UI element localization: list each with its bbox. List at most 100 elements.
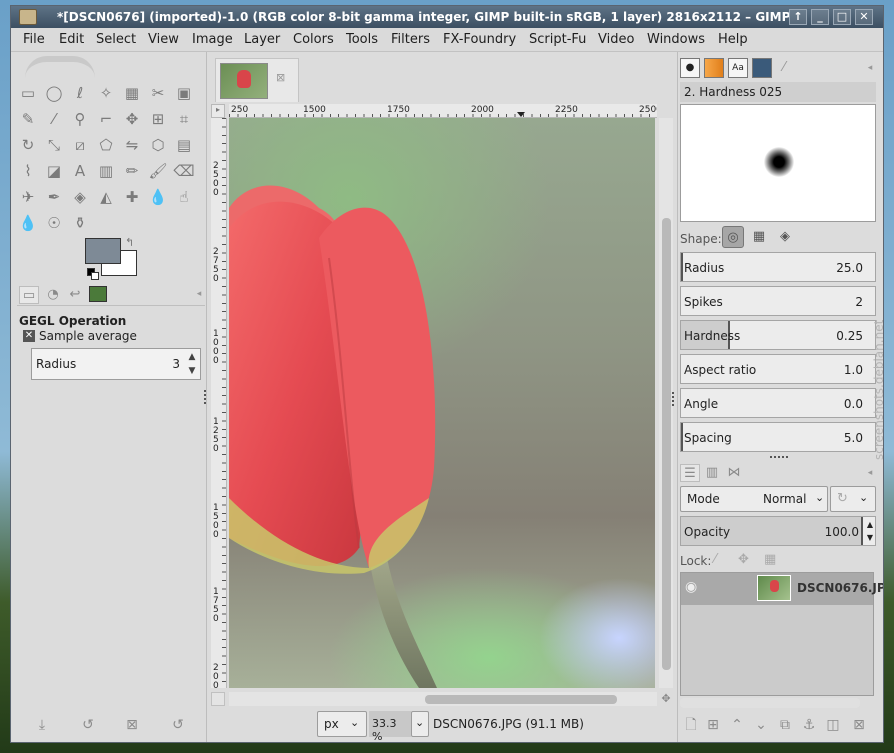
opacity-spinbutton[interactable]: Opacity 100.0 ▲ ▼ — [680, 516, 876, 546]
vertical-scroll-thumb[interactable] — [662, 218, 671, 670]
raise-window-button[interactable]: ↑ — [789, 9, 807, 25]
dodge-burn-icon[interactable]: 💧 — [17, 212, 39, 234]
patterns-tab-icon[interactable] — [704, 58, 724, 78]
smudge-icon[interactable]: ☝ — [173, 186, 195, 208]
perspective-icon[interactable]: ⬠ — [95, 134, 117, 156]
gradient-icon[interactable]: ▥ — [95, 160, 117, 182]
image-canvas[interactable] — [229, 118, 655, 688]
menu-file[interactable]: File — [23, 32, 45, 47]
menu-script-fu[interactable]: Script-Fu — [529, 32, 586, 47]
layer-row[interactable]: ◉ DSCN0676.JPG — [681, 573, 883, 605]
rotate-icon[interactable]: ↻ — [17, 134, 39, 156]
new-layer-icon[interactable]: 🗋 — [682, 716, 700, 734]
reset-tool-options-icon[interactable]: ↺ — [169, 716, 187, 734]
clone-icon[interactable]: ◈ — [69, 186, 91, 208]
minimize-button[interactable]: _ — [811, 9, 829, 25]
pencil-icon[interactable]: ✏ — [121, 160, 143, 182]
vertical-scrollbar[interactable] — [659, 118, 673, 688]
sample-average-checkbox[interactable]: ✕ — [23, 330, 35, 342]
warp-transform-icon[interactable]: ⌇ — [17, 160, 39, 182]
paintbrush-icon[interactable]: 🖌 — [147, 160, 169, 182]
shape-square-button[interactable]: ▦ — [748, 226, 770, 248]
foreground-color-swatch[interactable] — [85, 238, 121, 264]
ellipse-select-icon[interactable]: ◯ — [43, 82, 65, 104]
blur-sharpen-icon[interactable]: 💧 — [147, 186, 169, 208]
device-status-tab-icon[interactable]: ◔ — [43, 286, 63, 304]
spin-up-icon[interactable]: ▲ — [186, 353, 198, 362]
spin-down-icon[interactable]: ▼ — [186, 367, 198, 376]
layers-hscroll[interactable] — [680, 698, 860, 708]
menu-colors[interactable]: Colors — [293, 32, 334, 47]
panel-menu-icon[interactable]: ◂ — [864, 62, 876, 74]
flip-icon[interactable]: ⇋ — [121, 134, 143, 156]
lower-layer-icon[interactable]: ⌄ — [752, 716, 770, 734]
dock-resize-handle[interactable] — [204, 390, 206, 404]
heal-icon[interactable]: ✚ — [121, 186, 143, 208]
menu-tools[interactable]: Tools — [346, 32, 378, 47]
delete-tool-preset-icon[interactable]: ⊠ — [123, 716, 141, 734]
color-select-icon[interactable]: ▦ — [121, 82, 143, 104]
anchor-layer-icon[interactable]: ⚓ — [800, 716, 818, 734]
menu-image[interactable]: Image — [192, 32, 233, 47]
dock-separator-handle[interactable] — [770, 456, 788, 458]
align-icon[interactable]: ⊞ — [147, 108, 169, 130]
menu-select[interactable]: Select — [96, 32, 136, 47]
unit-dropdown[interactable]: px ⌄ — [317, 711, 367, 737]
shape-diamond-button[interactable]: ◈ — [774, 226, 796, 248]
images-tab-icon[interactable] — [752, 58, 772, 78]
move-icon[interactable]: ✥ — [121, 108, 143, 130]
perspective-clone-icon[interactable]: ◭ — [95, 186, 117, 208]
color-picker-icon[interactable]: ⁄ — [43, 108, 65, 130]
duplicate-layer-icon[interactable]: ⧉ — [776, 716, 794, 734]
spacing-param[interactable]: Spacing 5.0 — [680, 422, 876, 452]
undo-history-tab-icon[interactable]: ↩ — [65, 286, 85, 304]
horizontal-scrollbar[interactable] — [229, 692, 657, 706]
mask-icon[interactable]: ◫ — [824, 716, 842, 734]
paint-dynamics-tab-icon[interactable]: ⁄ — [774, 58, 794, 78]
tool-options-tab-icon[interactable]: ▭ — [19, 286, 39, 304]
cage-transform-icon[interactable]: ⬡ — [147, 134, 169, 156]
menu-fx-foundry[interactable]: FX-Foundry — [443, 32, 516, 47]
layer-mode-dropdown[interactable]: Mode Normal ⌄ — [680, 486, 828, 512]
quickmask-corner-icon[interactable]: ▸ — [211, 104, 225, 118]
param-value[interactable]: 1.0 — [844, 363, 863, 377]
rect-select-icon[interactable]: ▭ — [17, 82, 39, 104]
channels-tab-icon[interactable]: ▥ — [702, 464, 722, 482]
free-select-icon[interactable]: ℓ — [69, 82, 91, 104]
bucket-fill-icon[interactable]: ◪ — [43, 160, 65, 182]
layer-name[interactable]: DSCN0676.JPG — [797, 581, 883, 595]
airbrush-icon[interactable]: ✈ — [17, 186, 39, 208]
ink-icon[interactable]: ✒ — [43, 186, 65, 208]
text-tool-icon[interactable]: A — [69, 160, 91, 182]
eye-visibility-icon[interactable]: ◉ — [685, 579, 697, 595]
crop-icon[interactable]: ⌗ — [173, 108, 195, 130]
measure-icon[interactable]: ⌐ — [95, 108, 117, 130]
shear-icon[interactable]: ⧄ — [69, 134, 91, 156]
color-dropper-icon[interactable]: ⚱ — [69, 212, 91, 234]
save-tool-preset-icon[interactable]: ⤓ — [33, 716, 51, 734]
angle-param[interactable]: Angle 0.0 — [680, 388, 876, 418]
menu-windows[interactable]: Windows — [647, 32, 705, 47]
restore-tool-preset-icon[interactable]: ↺ — [79, 716, 97, 734]
menu-edit[interactable]: Edit — [59, 32, 84, 47]
navigate-icon[interactable]: ✥ — [659, 692, 673, 706]
raise-layer-icon[interactable]: ⌃ — [728, 716, 746, 734]
param-value[interactable]: 25.0 — [836, 261, 863, 275]
maximize-button[interactable]: □ — [833, 9, 851, 25]
zoom-value[interactable]: 33.3 % — [369, 711, 411, 742]
radius-param[interactable]: Radius 25.0 — [680, 252, 876, 282]
radius-value[interactable]: 3 — [172, 357, 180, 371]
brush-preview[interactable] — [680, 104, 876, 222]
zoom-dropdown[interactable]: ⌄ — [411, 711, 429, 737]
menu-layer[interactable]: Layer — [244, 32, 280, 47]
quickmask-toggle[interactable] — [211, 692, 225, 706]
scale-icon[interactable]: ⤡ — [43, 134, 65, 156]
aspect-ratio-param[interactable]: Aspect ratio 1.0 — [680, 354, 876, 384]
param-value[interactable]: 0.25 — [836, 329, 863, 343]
fonts-tab-icon[interactable]: Aa — [728, 58, 748, 78]
hardness-param[interactable]: Hardness 0.25 — [680, 320, 876, 350]
lock-pixels-icon[interactable]: ⁄ — [714, 552, 716, 567]
image-tab[interactable]: ⊠ — [215, 58, 299, 102]
horizontal-scroll-thumb[interactable] — [425, 695, 617, 704]
lock-position-icon[interactable]: ✥ — [738, 552, 749, 567]
